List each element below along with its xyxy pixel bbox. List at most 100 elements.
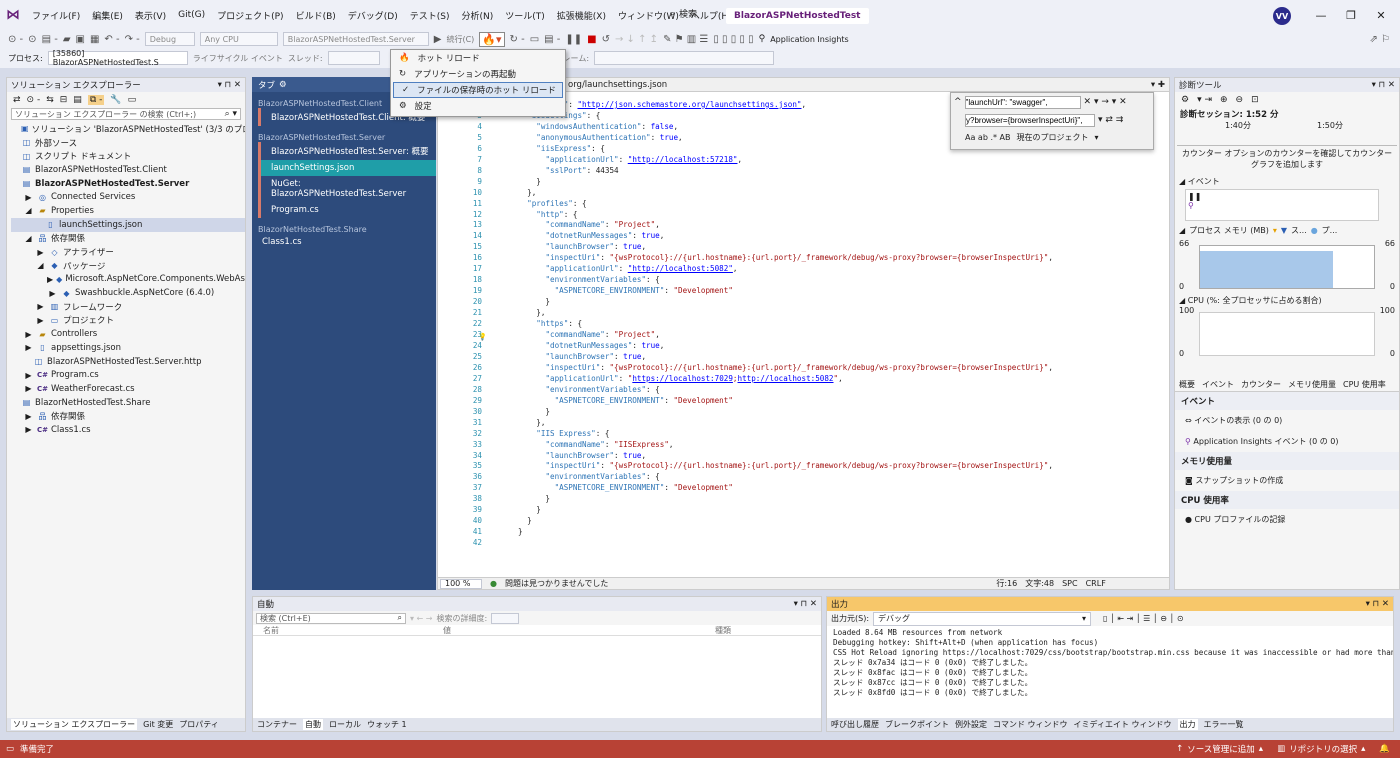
expander-icon[interactable]: ▶ bbox=[23, 412, 34, 421]
expander-icon[interactable]: ▶ bbox=[23, 384, 34, 393]
depth-dropdown[interactable] bbox=[491, 612, 520, 624]
tree-item[interactable]: ▯ launchSettings.json bbox=[11, 217, 245, 232]
output-source-dropdown[interactable]: デバッグ ▾ bbox=[873, 611, 1092, 626]
lifecycle-events[interactable]: ライフサイクル イベント bbox=[193, 53, 283, 64]
menu-item-settings[interactable]: ⚙ 設定 bbox=[391, 98, 565, 114]
menu-item-4[interactable]: プロジェクト(P) bbox=[217, 9, 283, 22]
open-icon[interactable]: ▰ bbox=[63, 34, 71, 45]
output-tab-0[interactable]: 呼び出し履歴 bbox=[831, 719, 879, 730]
menu-item-8[interactable]: 分析(N) bbox=[461, 9, 493, 22]
expander-icon[interactable]: ◢ bbox=[35, 261, 46, 270]
nav-arrows-icon[interactable]: ▾ ← → bbox=[410, 614, 433, 623]
autos-tab-1[interactable]: 自動 bbox=[303, 719, 323, 730]
tree-item[interactable]: ▶ ▰ Controllers bbox=[11, 327, 245, 341]
match-options-icon[interactable]: Aa ab .* AB bbox=[965, 133, 1011, 142]
refresh-icon[interactable]: ⇆ bbox=[46, 95, 54, 105]
zoom-out-icon[interactable]: ⊖ bbox=[1236, 95, 1244, 105]
stop-icon[interactable]: ■ bbox=[587, 34, 596, 45]
solution-tab-1[interactable]: Git 変更 bbox=[143, 719, 173, 730]
diag-tab-3[interactable]: メモリ使用量 bbox=[1288, 379, 1336, 390]
back-icon[interactable]: ⊙ - bbox=[8, 34, 23, 45]
memory-graph[interactable]: 66 66 0 0 bbox=[1175, 239, 1399, 291]
diag-tab-1[interactable]: イベント bbox=[1202, 379, 1234, 390]
thread-dropdown[interactable] bbox=[327, 51, 380, 65]
record-cpu-button[interactable]: ● CPU プロファイルの記録 bbox=[1175, 509, 1399, 530]
collapse-icon[interactable]: ⊟ bbox=[60, 95, 68, 105]
autos-tab-3[interactable]: ウォッチ 1 bbox=[367, 719, 407, 730]
tree-item[interactable]: ◢ 品依存関係 bbox=[11, 232, 245, 246]
forward-icon[interactable]: ⊙ bbox=[28, 34, 36, 45]
expander-icon[interactable]: ▶ bbox=[47, 275, 53, 284]
tree-item[interactable]: ▣ ソリューション 'BlazorASPNetHostedTest' (3/3 の… bbox=[11, 122, 245, 136]
scope-dropdown-icon[interactable]: ▾ bbox=[1095, 133, 1099, 142]
schema-path[interactable]: org/launchsettings.json bbox=[568, 80, 667, 90]
menu-item-10[interactable]: 拡張機能(X) bbox=[557, 9, 606, 22]
select-repo[interactable]: リポジトリの選択 bbox=[1289, 743, 1357, 755]
share-icon[interactable]: ⇗ ⚐ bbox=[1369, 34, 1390, 45]
save-all-icon[interactable]: ▦ bbox=[90, 34, 99, 45]
menu-item-hot-reload[interactable]: 🔥 ホット リロード bbox=[391, 50, 565, 66]
pause-icon[interactable]: ❚❚ bbox=[565, 34, 582, 45]
cpu-graph[interactable]: 100 100 0 0 bbox=[1175, 306, 1399, 358]
menu-item-5[interactable]: ビルド(B) bbox=[296, 9, 336, 22]
bookmark-icons[interactable]: ▯ ▯ ▯ ▯ ▯ bbox=[713, 34, 753, 45]
continue-button[interactable]: 続行(C) bbox=[446, 34, 474, 45]
split-icon[interactable]: ▾ ✚ bbox=[1151, 80, 1165, 90]
wrench-icon[interactable]: 🔧 bbox=[110, 95, 121, 105]
sync-icon[interactable]: ⇄ bbox=[13, 95, 21, 105]
panel-controls-icon[interactable]: ▾ ⊓ ✕ bbox=[794, 599, 817, 609]
find-input[interactable] bbox=[964, 95, 1081, 109]
menu-item-7[interactable]: テスト(S) bbox=[410, 9, 450, 22]
tree-item[interactable]: ▶ 品依存関係 bbox=[11, 409, 245, 423]
menu-item-hot-reload-on-save[interactable]: ✓ ファイルの保存時のホット リロード bbox=[393, 82, 563, 98]
expander-icon[interactable]: ▶ bbox=[35, 316, 46, 325]
code-content[interactable]: 1 "$schema": "http://json.schemastore.or… bbox=[458, 100, 1053, 549]
frame-dropdown[interactable] bbox=[594, 51, 775, 65]
output-tab-6[interactable]: エラー一覧 bbox=[1204, 719, 1244, 730]
diag-tab-4[interactable]: CPU 使用率 bbox=[1343, 379, 1386, 390]
minimize-icon[interactable]: — bbox=[1306, 9, 1336, 22]
layout-icon[interactable]: ▤ - bbox=[544, 34, 560, 45]
tree-item[interactable]: ◫ BlazorASPNetHostedTest.Server.http bbox=[11, 355, 245, 369]
tree-item[interactable]: ◫ スクリプト ドキュメント bbox=[11, 149, 245, 163]
output-tab-3[interactable]: コマンド ウィンドウ bbox=[993, 719, 1068, 730]
find-scope[interactable]: 現在のプロジェクト bbox=[1017, 132, 1089, 143]
output-tab-2[interactable]: 例外設定 bbox=[955, 719, 987, 730]
undo-icon[interactable]: ↶ - bbox=[104, 34, 119, 45]
save-icon[interactable]: ▣ bbox=[76, 34, 85, 45]
output-text[interactable]: Loaded 8.64 MB resources from network Deb… bbox=[827, 626, 1393, 704]
filter-icon[interactable]: ⧉ - bbox=[87, 95, 105, 105]
gear-icon[interactable]: ⚙ bbox=[1181, 95, 1189, 105]
replace-controls-icon[interactable]: ▾ ⇄ ⇉ bbox=[1098, 115, 1123, 125]
add-source-control[interactable]: ソース管理に追加 bbox=[1187, 743, 1255, 755]
gear-icon[interactable]: ⚙ bbox=[279, 80, 287, 90]
tree-item[interactable]: ◢ ▰ Properties bbox=[11, 204, 245, 218]
expander-icon[interactable]: ▶ bbox=[35, 302, 46, 311]
diag-tab-0[interactable]: 概要 bbox=[1179, 379, 1195, 390]
process-dropdown[interactable]: [35860] BlazorASPNetHostedTest.S bbox=[47, 49, 188, 67]
step-icons[interactable]: → ↓ ↑ ↥ bbox=[615, 34, 658, 45]
tree-item[interactable]: ▶ C# WeatherForecast.cs bbox=[11, 382, 245, 396]
notifications-icon[interactable]: 🔔 bbox=[1379, 744, 1390, 754]
restart-icon[interactable]: ↻ - bbox=[510, 34, 525, 45]
expander-icon[interactable]: ▶ bbox=[47, 289, 58, 298]
replace-input[interactable] bbox=[965, 113, 1095, 127]
find-controls-icon[interactable]: ✕ ▾ → ▾ ✕ bbox=[1084, 97, 1127, 107]
tree-item[interactable]: ▶ ▭ プロジェクト bbox=[11, 314, 245, 328]
insights-button[interactable]: Application Insights bbox=[770, 35, 849, 44]
menu-item-restart[interactable]: ↻ アプリケーションの再起動 bbox=[391, 66, 565, 82]
document-tab[interactable]: NuGet: BlazorASPNetHostedTest.Server bbox=[258, 176, 436, 202]
output-tab-1[interactable]: ブレークポイント bbox=[885, 719, 949, 730]
document-tab[interactable]: Program.cs bbox=[258, 202, 436, 218]
select-tools-icon[interactable]: ▾ ⇥ bbox=[1197, 95, 1212, 105]
autos-tab-0[interactable]: コンテナー bbox=[257, 719, 297, 730]
solution-tab-0[interactable]: ソリューション エクスプローラー bbox=[11, 719, 138, 730]
output-tab-5[interactable]: 出力 bbox=[1177, 719, 1198, 730]
take-snapshot-button[interactable]: ◙ スナップショットの作成 bbox=[1175, 470, 1399, 491]
output-tools-icons[interactable]: ▯ │ ⇤ ⇥ │ ☰ │ ⊖ │ ⊙ bbox=[1103, 614, 1184, 623]
document-tab[interactable]: launchSettings.json bbox=[258, 160, 436, 176]
diag-tab-2[interactable]: カウンター bbox=[1241, 379, 1281, 390]
expander-icon[interactable]: ▶ bbox=[23, 343, 34, 352]
insights-events-link[interactable]: ⚲ Application Insights イベント (0 の 0) bbox=[1175, 431, 1399, 452]
zoom-in-icon[interactable]: ⊕ bbox=[1220, 95, 1228, 105]
